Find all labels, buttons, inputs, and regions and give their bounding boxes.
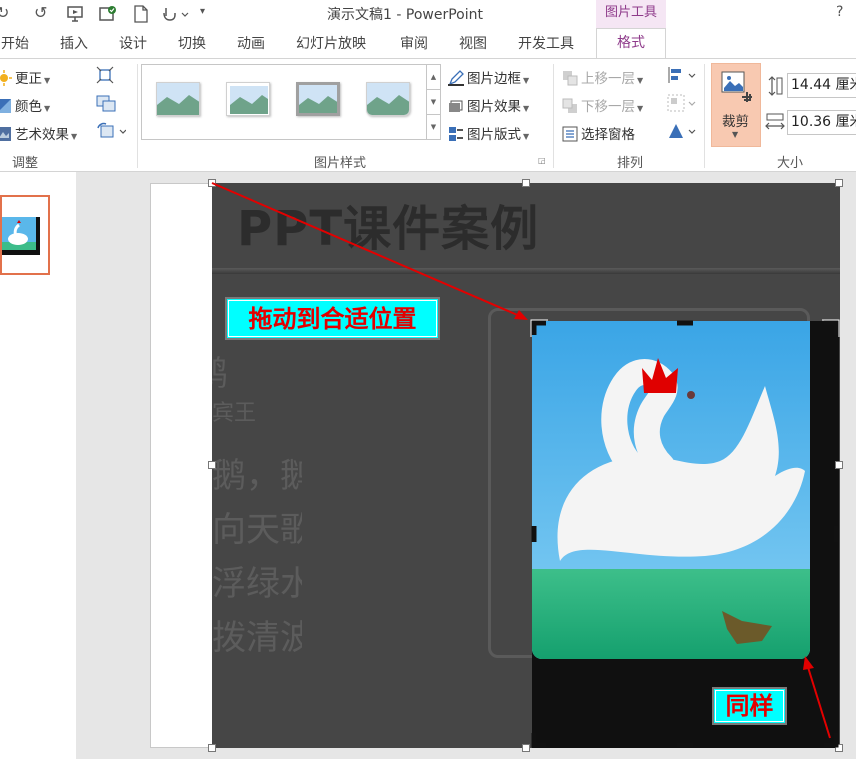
picture-effects-button[interactable]: 图片效果 ▼ [448, 95, 529, 115]
group-divider [137, 64, 138, 168]
poem-line[interactable]: 红掌拨清波。 [212, 610, 302, 659]
crop-icon [720, 70, 754, 108]
dialog-launcher-icon[interactable]: ◲ [538, 156, 546, 165]
poem-title[interactable]: 鹅 [212, 346, 248, 395]
reset-picture-icon[interactable] [96, 122, 127, 144]
picture-layout-button[interactable]: 图片版式 ▼ [448, 123, 529, 143]
shape-width-input[interactable]: 10.36 厘米 [787, 110, 856, 135]
bring-forward-icon [562, 70, 578, 86]
compress-pictures-icon[interactable] [96, 66, 114, 88]
send-backward-button[interactable]: 下移一层 ▼ [562, 95, 643, 115]
change-picture-icon[interactable] [96, 94, 116, 116]
align-icon[interactable] [667, 66, 697, 88]
resize-handle[interactable] [835, 744, 843, 752]
bring-forward-label: 上移一层 [581, 71, 635, 87]
color-button[interactable]: 颜色 ▼ [0, 95, 50, 115]
style-thumbnail[interactable] [366, 82, 410, 116]
corrections-label: 更正 [15, 71, 42, 87]
resize-handle[interactable] [835, 461, 843, 469]
gallery-more-icon[interactable]: ▼ [427, 115, 440, 140]
title-underline-bar [212, 268, 840, 274]
picture-layout-label: 图片版式 [467, 127, 521, 143]
tab-developer[interactable]: 开发工具 [518, 33, 574, 53]
resize-handle[interactable] [208, 744, 216, 752]
resize-handle[interactable] [208, 461, 216, 469]
style-thumbnail[interactable] [296, 82, 340, 116]
tab-animations[interactable]: 动画 [237, 33, 265, 53]
poem-author[interactable]: 骆宾王 [212, 395, 302, 427]
picture-layout-icon [448, 126, 464, 142]
goose-picture[interactable] [532, 321, 810, 659]
artistic-effects-label: 艺术效果 [15, 127, 69, 143]
shape-height-icon [766, 75, 784, 101]
selection-pane-label: 选择窗格 [581, 127, 635, 143]
group-icon[interactable] [667, 94, 697, 116]
gallery-down-icon[interactable]: ▼ [427, 90, 440, 115]
tab-home[interactable]: 开始 [1, 33, 29, 53]
shape-width-icon [764, 112, 786, 136]
color-label: 颜色 [15, 99, 42, 115]
arrange-group-label: 排列 [616, 156, 643, 171]
from-beginning-icon[interactable] [66, 4, 86, 28]
poem-line[interactable]: 鹅，鹅，鹅， [212, 448, 302, 497]
adjust-group-label: 调整 [11, 156, 38, 171]
slide-thumbnail[interactable] [0, 195, 50, 275]
bring-forward-button[interactable]: 上移一层 ▼ [562, 67, 643, 87]
poem-line[interactable]: 白毛浮绿水， [212, 556, 302, 605]
corrections-button[interactable]: 更正 ▼ [0, 67, 50, 87]
selection-pane-button[interactable]: 选择窗格 [562, 123, 635, 143]
tab-slide-show[interactable]: 幻灯片放映 [296, 33, 366, 53]
same-instruction-label: 同样 [712, 687, 787, 725]
size-group-label: 大小 [776, 156, 803, 171]
poem-line[interactable]: 曲项向天歌。 [212, 502, 302, 551]
drag-instruction-label: 拖动到合适位置 [225, 297, 440, 340]
picture-effects-icon [448, 98, 464, 114]
style-thumbnail[interactable] [156, 82, 200, 116]
crop-dropdown-icon: ▼ [732, 130, 739, 139]
color-palette-icon [0, 98, 12, 114]
tab-review[interactable]: 审阅 [400, 33, 428, 53]
redo-icon[interactable]: ↻ [0, 3, 9, 22]
window-title: 演示文稿1 - PowerPoint [327, 7, 483, 23]
picture-border-button[interactable]: 图片边框 ▼ [448, 67, 529, 87]
rotate-icon[interactable] [667, 122, 697, 144]
crop-button[interactable]: 裁剪 ▼ [711, 63, 761, 147]
resize-handle[interactable] [208, 179, 216, 187]
shape-height-input[interactable]: 14.44 厘米 [787, 73, 856, 98]
tab-format[interactable]: 格式 [596, 28, 666, 59]
tab-transitions[interactable]: 切换 [178, 33, 206, 53]
sun-icon [0, 70, 12, 86]
picture-border-label: 图片边框 [467, 71, 521, 87]
group-divider [704, 64, 705, 168]
help-icon[interactable]: ? [836, 4, 843, 20]
tab-design[interactable]: 设计 [119, 33, 147, 53]
send-backward-icon [562, 98, 578, 114]
check-icon[interactable] [98, 4, 118, 28]
tab-view[interactable]: 视图 [459, 33, 487, 53]
gallery-scroll[interactable]: ▲ ▼ ▼ [426, 64, 441, 140]
gallery-up-icon[interactable]: ▲ [427, 65, 440, 90]
artistic-effects-icon [0, 126, 12, 142]
touch-mode-icon[interactable] [160, 4, 190, 28]
resize-handle[interactable] [522, 744, 530, 752]
selection-pane-icon [562, 126, 578, 142]
group-divider [553, 64, 554, 168]
slide-title[interactable]: PPT课件案例 [237, 189, 539, 259]
new-document-icon[interactable] [132, 4, 150, 28]
pen-icon [448, 70, 464, 86]
send-backward-label: 下移一层 [581, 99, 635, 115]
picture-tools-context-tab: 图片工具 [596, 0, 666, 28]
crop-label: 裁剪 [722, 114, 749, 130]
customize-qat-icon[interactable]: ▾ [200, 6, 205, 17]
repeat-icon[interactable]: ↺ [34, 3, 47, 22]
artistic-effects-button[interactable]: 艺术效果 ▼ [0, 123, 77, 143]
picture-effects-label: 图片效果 [467, 99, 521, 115]
resize-handle[interactable] [835, 179, 843, 187]
style-thumbnail[interactable] [226, 82, 270, 116]
resize-handle[interactable] [522, 179, 530, 187]
tab-insert[interactable]: 插入 [60, 33, 88, 53]
picture-styles-group-label: 图片样式 [313, 156, 366, 171]
